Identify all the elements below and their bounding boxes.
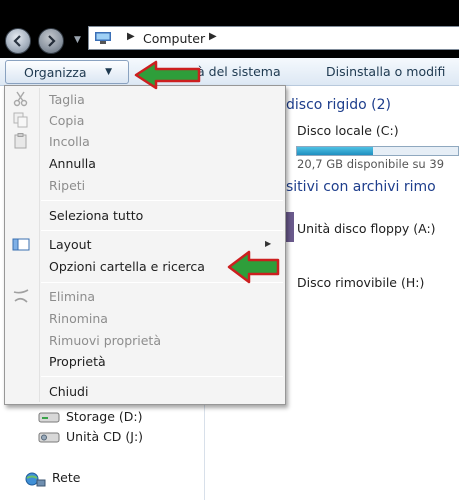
menu-item-cut[interactable]: Taglia	[5, 88, 285, 110]
menu-item-paste[interactable]: Incolla	[5, 130, 285, 152]
menu-item-label: Opzioni cartella e ricerca	[49, 259, 205, 274]
menu-item-label: Proprietà	[49, 354, 106, 369]
removable-disk-h-label[interactable]: Disco rimovibile (H:)	[297, 275, 424, 290]
cd-drive-icon	[38, 432, 60, 443]
navigation-pane-divider[interactable]	[204, 405, 205, 500]
menu-item-label: Ripeti	[49, 178, 86, 193]
menu-item-close[interactable]: Chiudi	[5, 380, 285, 402]
paste-icon	[14, 133, 27, 149]
menu-item-label: Rimuovi proprietà	[49, 333, 161, 348]
annotation-arrow-organize-icon	[134, 60, 201, 90]
menu-item-label: Taglia	[49, 92, 85, 107]
menu-item-remove-properties[interactable]: Rimuovi proprietà	[5, 329, 285, 351]
menu-item-label: Chiudi	[49, 384, 89, 399]
menu-item-label: Seleziona tutto	[49, 208, 144, 223]
menu-item-properties[interactable]: Proprietà	[5, 350, 285, 372]
local-disk-usage-bar	[296, 146, 459, 156]
command-bar: Organizza ▼ à del sistema Disinstalla o …	[0, 58, 459, 86]
forward-button[interactable]	[38, 28, 64, 54]
menu-item-label: Incolla	[49, 134, 90, 149]
menu-item-rename[interactable]: Rinomina	[5, 307, 285, 329]
hard-disks-group-header[interactable]: disco rigido (2)	[286, 97, 391, 113]
tree-item-label: Rete	[52, 470, 81, 485]
tree-item-label: Unità CD (J:)	[66, 429, 144, 444]
menu-separator	[41, 376, 283, 377]
menu-item-label: Copia	[49, 113, 85, 128]
scissors-icon	[13, 91, 28, 107]
system-properties-button[interactable]: à del sistema	[197, 64, 281, 79]
breadcrumb-chevron-icon[interactable]: ▶	[209, 31, 217, 42]
local-disk-free-space: 20,7 GB disponibile su 39	[297, 157, 445, 171]
computer-icon	[95, 32, 111, 44]
layout-icon	[12, 238, 30, 251]
organize-menu: Taglia Copia Incolla Annulla Ripeti Sele…	[4, 85, 286, 405]
network-icon	[25, 472, 46, 487]
breadcrumb-computer[interactable]: Computer	[143, 31, 205, 46]
arrow-right-icon	[48, 35, 56, 47]
title-bar: ▼ ▶ Computer ▶	[0, 0, 459, 58]
copy-icon	[13, 112, 28, 128]
menu-item-redo[interactable]: Ripeti	[5, 174, 285, 196]
drive-icon	[38, 412, 60, 423]
menu-item-select-all[interactable]: Seleziona tutto	[5, 204, 285, 226]
local-disk-usage-fill	[297, 147, 373, 155]
tree-item-label: Storage (D:)	[66, 409, 143, 424]
breadcrumb-separator-icon: ▶	[127, 31, 135, 42]
menu-item-label: Rinomina	[49, 311, 108, 326]
menu-item-label: Elimina	[49, 289, 96, 304]
menu-item-undo[interactable]: Annulla	[5, 152, 285, 174]
floppy-drive-a-label[interactable]: Unità disco floppy (A:)	[297, 221, 436, 236]
local-disk-c-label[interactable]: Disco locale (C:)	[297, 123, 399, 138]
back-button[interactable]	[5, 28, 31, 54]
menu-item-label: Annulla	[49, 156, 96, 171]
organize-label: Organizza	[24, 65, 87, 80]
submenu-arrow-icon: ▶	[265, 239, 272, 248]
arrow-left-icon	[13, 35, 21, 47]
organize-button[interactable]: Organizza ▼	[5, 60, 129, 84]
menu-separator	[41, 230, 283, 231]
chevron-down-icon: ▼	[105, 67, 112, 77]
address-bar[interactable]: ▶ Computer ▶	[88, 26, 459, 50]
menu-item-copy[interactable]: Copia	[5, 109, 285, 131]
menu-separator	[41, 200, 283, 201]
delete-x-icon	[13, 289, 29, 303]
removable-storage-group-header[interactable]: sitivi con archivi rimo	[286, 179, 436, 195]
recent-pages-dropdown[interactable]: ▼	[74, 35, 81, 45]
menu-item-label: Layout	[49, 237, 92, 252]
uninstall-program-button[interactable]: Disinstalla o modifi	[326, 64, 445, 79]
floppy-drive-icon	[286, 212, 294, 242]
annotation-arrow-folder-options-icon	[227, 250, 280, 284]
menu-item-delete[interactable]: Elimina	[5, 285, 285, 307]
